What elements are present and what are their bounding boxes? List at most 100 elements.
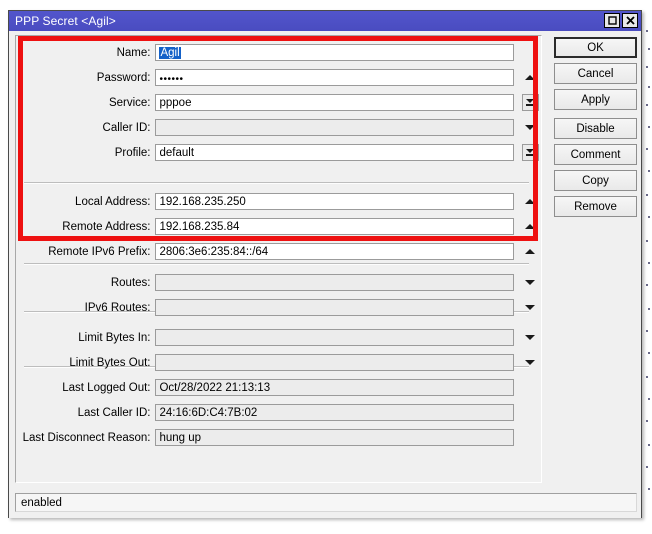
edge-artifact-dot [648, 126, 650, 128]
edge-artifact-dot [646, 284, 648, 286]
dropdown-bar-icon [526, 154, 535, 156]
last-disconnect-reason-text: hung up [159, 431, 202, 444]
routes-expand-button[interactable] [517, 274, 543, 291]
profile-input-value: default [159, 146, 195, 159]
service-dropdown-slot [517, 94, 543, 111]
copy-button[interactable]: Copy [554, 170, 637, 191]
ppp-secret-dialog: PPP Secret <Agil> Name: Agil Password: •… [8, 10, 642, 518]
limit-bytes-out-input[interactable] [155, 354, 515, 371]
field-row-remote-address: Remote Address: 192.168.235.84 [16, 216, 543, 237]
edge-artifact-dot [648, 48, 650, 50]
label-password: Password: [96, 71, 151, 84]
password-input-value: •••••• [159, 74, 184, 85]
triangle-down-icon [525, 360, 536, 365]
close-button[interactable] [622, 13, 638, 28]
triangle-down-icon [525, 305, 536, 310]
label-last-caller-id: Last Caller ID: [77, 406, 151, 419]
edge-artifact-dot [646, 330, 648, 332]
remote-ipv6-prefix-expand-button[interactable] [517, 243, 543, 260]
label-limit-bytes-in: Limit Bytes In: [78, 331, 151, 344]
profile-input[interactable]: default [155, 144, 515, 161]
remove-button[interactable]: Remove [554, 196, 637, 217]
screenshot-root: PPP Secret <Agil> Name: Agil Password: •… [0, 0, 652, 534]
label-last-disconnect-reason: Last Disconnect Reason: [22, 431, 151, 444]
caller-id-input[interactable] [155, 119, 515, 136]
caller-id-expand-button[interactable] [517, 119, 543, 136]
comment-button[interactable]: Comment [554, 144, 637, 165]
local-address-input[interactable]: 192.168.235.250 [155, 193, 515, 210]
edge-artifact-dot [646, 240, 648, 242]
edge-artifact-dot [646, 104, 648, 106]
routes-input[interactable] [155, 274, 515, 291]
field-row-limit-bytes-in: Limit Bytes In: [16, 327, 543, 348]
maximize-button[interactable] [604, 13, 620, 28]
field-row-last-disconnect-reason: Last Disconnect Reason: hung up [16, 427, 543, 448]
service-input[interactable]: pppoe [155, 94, 515, 111]
edge-artifact-dot [648, 444, 650, 446]
ipv6-routes-expand-button[interactable] [517, 299, 543, 316]
status-text: enabled [21, 496, 62, 509]
remote-ipv6-prefix-input[interactable]: 2806:3e6:235:84::/64 [155, 243, 515, 260]
limit-bytes-out-expand-button[interactable] [517, 354, 543, 371]
separator-1 [24, 182, 529, 184]
edge-artifact-dot [646, 194, 648, 196]
edge-artifact-dot [646, 148, 648, 150]
field-row-local-address: Local Address: 192.168.235.250 [16, 191, 543, 212]
edge-artifact-dot [648, 308, 650, 310]
remote-address-input[interactable]: 192.168.235.84 [155, 218, 515, 235]
chevron-down-icon [526, 149, 535, 153]
service-dropdown-button[interactable] [521, 94, 539, 111]
last-logged-out-text: Oct/28/2022 21:13:13 [159, 381, 271, 394]
last-caller-id-control-slot [517, 404, 543, 421]
chevron-down-icon [526, 99, 535, 103]
separator-2 [24, 263, 529, 265]
label-name: Name: [116, 46, 151, 59]
ok-button[interactable]: OK [554, 37, 637, 58]
limit-bytes-in-expand-button[interactable] [517, 329, 543, 346]
last-caller-id-value: 24:16:6D:C4:7B:02 [155, 404, 515, 421]
last-disconnect-reason-value: hung up [155, 429, 515, 446]
field-row-routes: Routes: [16, 272, 543, 293]
triangle-up-icon [525, 199, 536, 204]
disable-button[interactable]: Disable [554, 118, 637, 139]
action-button-column: OK Cancel Apply Disable Comment Copy Rem… [554, 37, 637, 222]
maximize-icon [607, 16, 617, 25]
name-control-slot [517, 44, 543, 61]
ipv6-routes-input[interactable] [155, 299, 515, 316]
service-input-value: pppoe [159, 96, 192, 109]
limit-bytes-in-input[interactable] [155, 329, 515, 346]
dialog-body: Name: Agil Password: •••••• Service: ppp… [9, 31, 641, 518]
name-input[interactable]: Agil [155, 44, 515, 61]
field-row-service: Service: pppoe [16, 92, 543, 113]
label-caller-id: Caller ID: [102, 121, 151, 134]
label-remote-ipv6-prefix: Remote IPv6 Prefix: [48, 245, 151, 258]
label-remote-address: Remote Address: [62, 220, 151, 233]
label-routes: Routes: [110, 276, 151, 289]
edge-artifact-dot [648, 216, 650, 218]
field-row-password: Password: •••••• [16, 67, 543, 88]
password-expand-button[interactable] [517, 69, 543, 86]
form-panel: Name: Agil Password: •••••• Service: ppp… [15, 35, 542, 483]
dropdown-bar-icon [526, 104, 535, 106]
field-row-name: Name: Agil [16, 42, 543, 63]
field-row-last-logged-out: Last Logged Out: Oct/28/2022 21:13:13 [16, 377, 543, 398]
field-row-limit-bytes-out: Limit Bytes Out: [16, 352, 543, 373]
field-row-profile: Profile: default [16, 142, 543, 163]
local-address-expand-button[interactable] [517, 193, 543, 210]
apply-button[interactable]: Apply [554, 89, 637, 110]
triangle-down-icon [525, 280, 536, 285]
title-bar-buttons [604, 13, 638, 28]
label-local-address: Local Address: [75, 195, 151, 208]
edge-artifact-dot [646, 420, 648, 422]
window-edge-artifact [642, 8, 652, 520]
remote-address-expand-button[interactable] [517, 218, 543, 235]
profile-dropdown-button[interactable] [521, 144, 539, 161]
field-row-ipv6-routes: IPv6 Routes: [16, 297, 543, 318]
triangle-down-icon [525, 125, 536, 130]
password-input[interactable]: •••••• [155, 69, 515, 86]
edge-artifact-dot [646, 466, 648, 468]
cancel-button[interactable]: Cancel [554, 63, 637, 84]
edge-artifact-dot [648, 262, 650, 264]
title-bar: PPP Secret <Agil> [9, 11, 641, 31]
triangle-up-icon [525, 249, 536, 254]
